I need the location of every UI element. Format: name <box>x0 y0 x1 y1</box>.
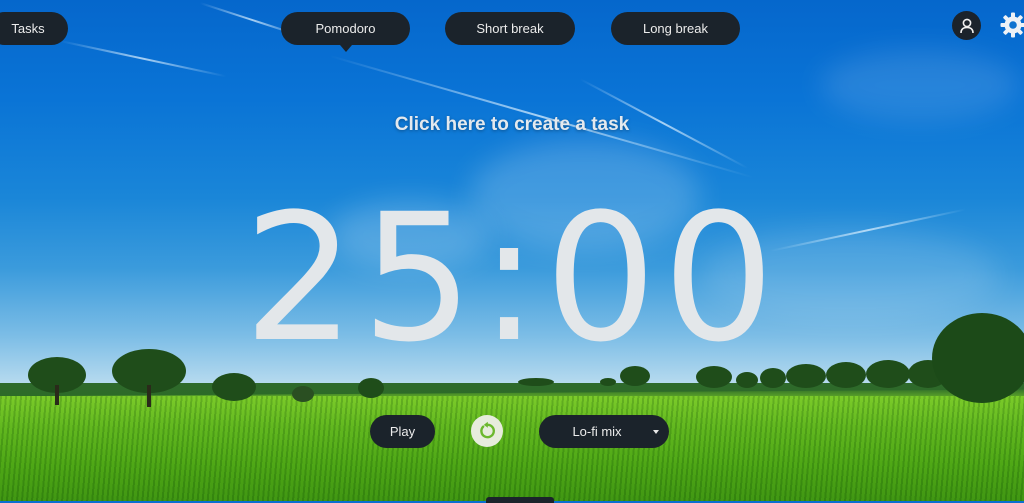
cloud <box>820 50 1020 120</box>
tasks-label: Tasks <box>11 21 44 36</box>
tab-long-break[interactable]: Long break <box>611 12 740 45</box>
tab-pomodoro[interactable]: Pomodoro <box>281 12 410 45</box>
user-icon <box>958 17 976 35</box>
music-select[interactable]: Lo-fi mix <box>539 415 669 448</box>
tree-trunk <box>55 385 59 405</box>
timer-display: 25:00 <box>0 186 1024 371</box>
chevron-down-icon <box>653 430 659 434</box>
account-button[interactable] <box>952 11 981 40</box>
play-label: Play <box>390 424 415 439</box>
settings-gear-icon[interactable] <box>1000 12 1024 38</box>
tree-trunk <box>147 385 151 407</box>
tasks-button[interactable]: Tasks <box>0 12 68 45</box>
grass-field <box>0 396 1024 501</box>
tab-label: Pomodoro <box>316 21 376 36</box>
tree <box>292 386 314 402</box>
reset-button[interactable] <box>471 415 503 447</box>
bottom-handle[interactable] <box>486 497 554 503</box>
music-select-value: Lo-fi mix <box>572 424 621 439</box>
play-button[interactable]: Play <box>370 415 435 448</box>
create-task-prompt[interactable]: Click here to create a task <box>0 114 1024 136</box>
reset-icon <box>477 421 497 441</box>
tab-label: Short break <box>476 21 543 36</box>
tab-short-break[interactable]: Short break <box>445 12 575 45</box>
active-tab-indicator <box>340 45 352 52</box>
tab-label: Long break <box>643 21 708 36</box>
tree <box>358 378 384 398</box>
